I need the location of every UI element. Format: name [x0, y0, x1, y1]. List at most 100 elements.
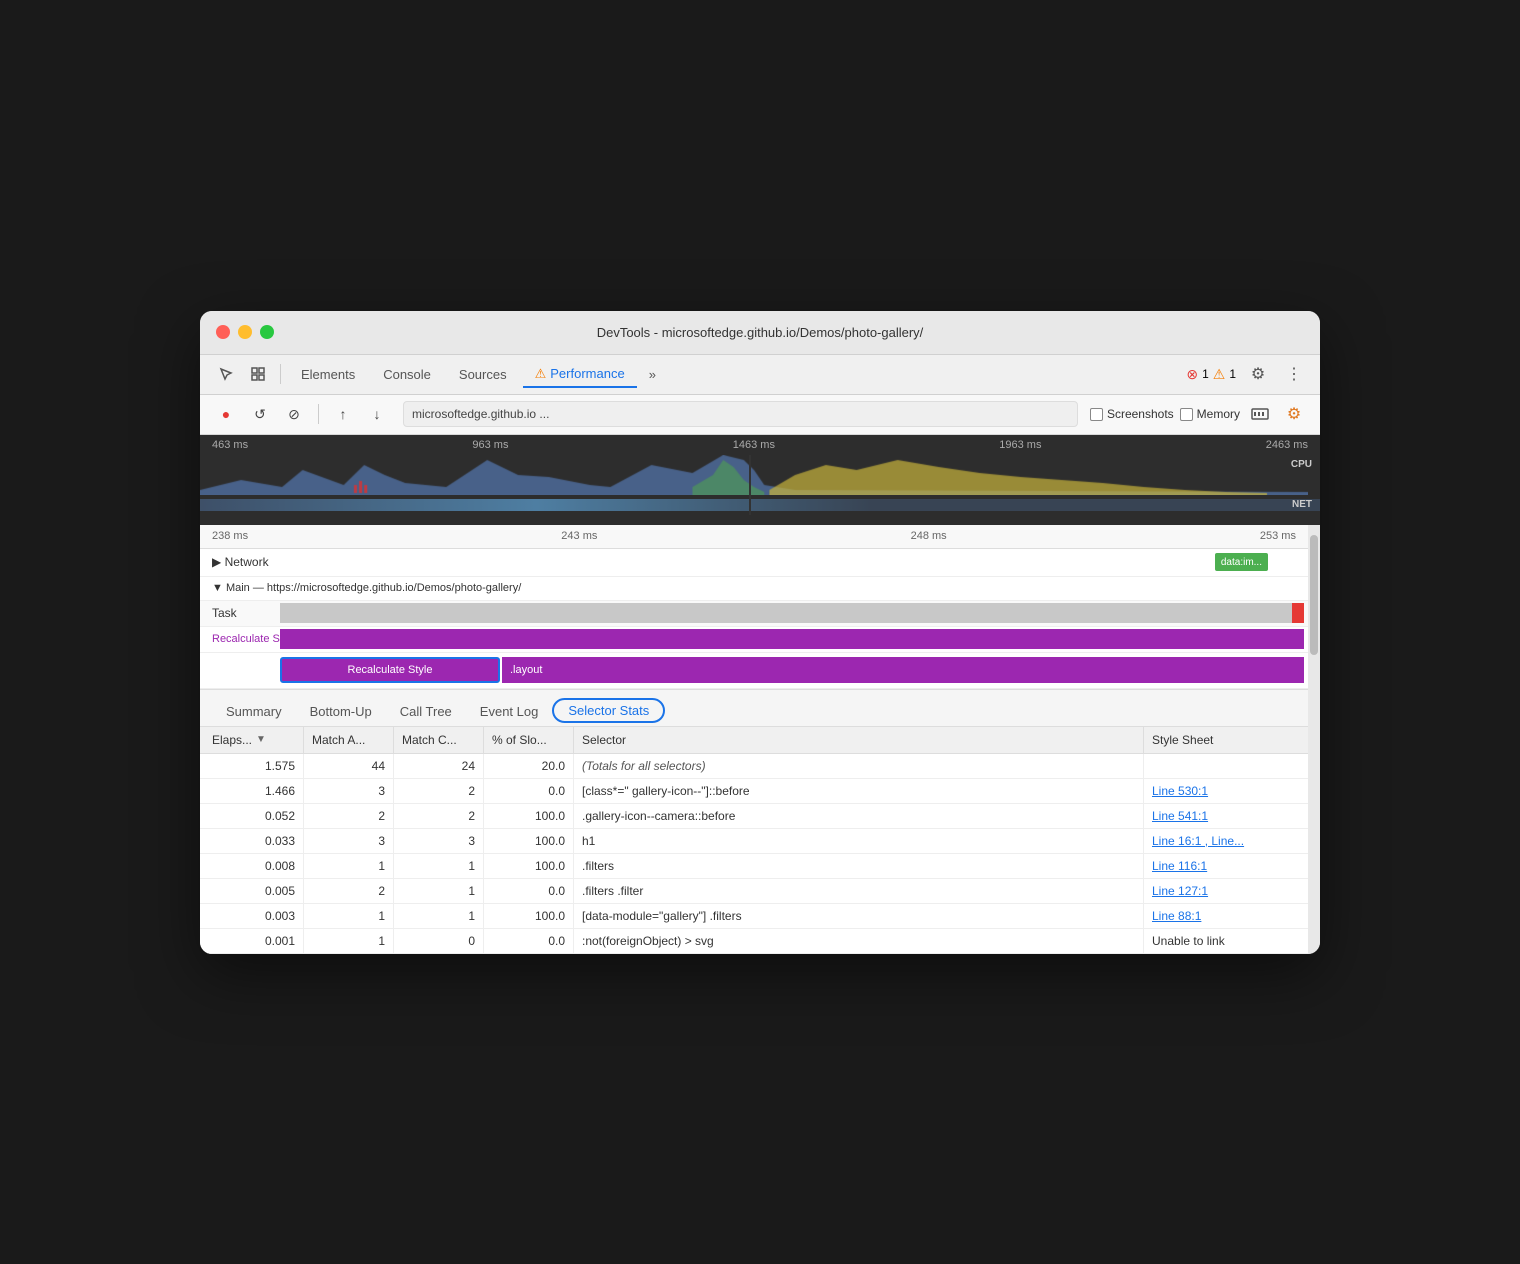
memory-checkbox-label[interactable]: Memory — [1180, 407, 1240, 421]
scrollbar-thumb[interactable] — [1310, 535, 1318, 655]
table-row[interactable]: 0.001 1 0 0.0 :not(foreignObject) > svg … — [200, 929, 1308, 954]
td-elapsed-6: 0.003 — [204, 904, 304, 928]
timeline-cursor[interactable] — [749, 455, 751, 515]
tab-console[interactable]: Console — [371, 363, 443, 386]
table-row[interactable]: 0.052 2 2 100.0 .gallery-icon--camera::b… — [200, 804, 1308, 829]
td-stylesheet-6[interactable]: Line 88:1 — [1144, 904, 1304, 928]
th-stylesheet[interactable]: Style Sheet — [1144, 727, 1304, 753]
task-track-row[interactable]: Task — [200, 601, 1308, 627]
screenshots-checkbox-label[interactable]: Screenshots — [1090, 407, 1174, 421]
table-row[interactable]: 1.466 3 2 0.0 [class*=" gallery-icon--"]… — [200, 779, 1308, 804]
window-title: DevTools - microsoftedge.github.io/Demos… — [597, 325, 924, 340]
tab-call-tree[interactable]: Call Tree — [386, 698, 466, 727]
tab-selector-stats[interactable]: Selector Stats — [552, 698, 665, 723]
task-bar — [280, 603, 1304, 623]
sort-arrow-icon: ▼ — [256, 734, 266, 745]
td-stylesheet-3[interactable]: Line 16:1 , Line... — [1144, 829, 1304, 853]
tab-elements[interactable]: Elements — [289, 363, 367, 386]
td-match-a-4: 1 — [304, 854, 394, 878]
memory-icon-button[interactable] — [1246, 400, 1274, 428]
td-pct-1: 0.0 — [484, 779, 574, 803]
td-match-c-0: 24 — [394, 754, 484, 778]
reload-button[interactable]: ↺ — [246, 400, 274, 428]
flame-layout-item[interactable]: .layout — [502, 657, 1304, 683]
tab-bottom-up[interactable]: Bottom-Up — [296, 698, 386, 727]
error-count: 1 — [1202, 367, 1209, 381]
td-elapsed-3: 0.033 — [204, 829, 304, 853]
tab-bar: Elements Console Sources ⚠ Performance »… — [200, 355, 1320, 395]
recalcstyle-track-row[interactable]: Recalculate Style — [200, 627, 1308, 653]
td-elapsed-4: 0.008 — [204, 854, 304, 878]
main-track-label: ▼ Main — https://microsoftedge.github.io… — [200, 582, 521, 594]
timeline-mark-1: 463 ms — [212, 439, 248, 451]
performance-settings-icon[interactable]: ⚙ — [1280, 400, 1308, 428]
cpu-track-label: CPU — [1291, 459, 1312, 470]
td-match-c-6: 1 — [394, 904, 484, 928]
table-header: Elaps... ▼ Match A... Match C... % of Sl… — [200, 727, 1308, 754]
tab-summary[interactable]: Summary — [212, 698, 296, 727]
bottom-tabs: Summary Bottom-Up Call Tree Event Log Se… — [200, 689, 1308, 727]
download-button[interactable]: ↓ — [363, 400, 391, 428]
warning-count: 1 — [1229, 367, 1236, 381]
devtools-window: DevTools - microsoftedge.github.io/Demos… — [200, 311, 1320, 954]
tab-more-button[interactable]: » — [641, 363, 664, 386]
timeline-overview[interactable]: 463 ms 963 ms 1463 ms 1963 ms 2463 ms CP… — [200, 435, 1320, 525]
screenshots-checkbox[interactable] — [1090, 408, 1103, 421]
record-button[interactable]: ● — [212, 400, 240, 428]
inspect-icon[interactable] — [244, 360, 272, 388]
td-pct-4: 100.0 — [484, 854, 574, 878]
td-stylesheet-7: Unable to link — [1144, 929, 1304, 953]
th-match-a-label: Match A... — [312, 733, 365, 747]
td-selector-2: .gallery-icon--camera::before — [574, 804, 1144, 828]
memory-checkbox[interactable] — [1180, 408, 1193, 421]
th-match-a[interactable]: Match A... — [304, 727, 394, 753]
table-row[interactable]: 0.008 1 1 100.0 .filters Line 116:1 — [200, 854, 1308, 879]
more-options-icon[interactable]: ⋮ — [1280, 360, 1308, 388]
th-selector[interactable]: Selector — [574, 727, 1144, 753]
flame-recalc-item[interactable]: Recalculate Style — [280, 657, 500, 683]
td-stylesheet-2[interactable]: Line 541:1 — [1144, 804, 1304, 828]
flame-row[interactable]: Recalculate Style .layout — [200, 653, 1308, 689]
time-mark-2: 243 ms — [561, 530, 597, 542]
th-pct[interactable]: % of Slo... — [484, 727, 574, 753]
td-stylesheet-4[interactable]: Line 116:1 — [1144, 854, 1304, 878]
maximize-button[interactable] — [260, 325, 274, 339]
tracks-container: ▶ Network data:im... ▼ Main — https://mi… — [200, 549, 1308, 689]
tab-sources[interactable]: Sources — [447, 363, 519, 386]
table-row[interactable]: 0.005 2 1 0.0 .filters .filter Line 127:… — [200, 879, 1308, 904]
timeline-mark-2: 963 ms — [472, 439, 508, 451]
th-match-c-label: Match C... — [402, 733, 457, 747]
network-bar-item[interactable]: data:im... — [1215, 553, 1268, 571]
cancel-button[interactable]: ⊘ — [280, 400, 308, 428]
network-track-row[interactable]: ▶ Network data:im... — [200, 549, 1308, 577]
td-stylesheet-5[interactable]: Line 127:1 — [1144, 879, 1304, 903]
td-selector-0: (Totals for all selectors) — [574, 754, 1144, 778]
tab-performance[interactable]: ⚠ Performance — [523, 362, 637, 388]
td-pct-7: 0.0 — [484, 929, 574, 953]
table-row[interactable]: 0.033 3 3 100.0 h1 Line 16:1 , Line... — [200, 829, 1308, 854]
td-stylesheet-1[interactable]: Line 530:1 — [1144, 779, 1304, 803]
settings-gear-icon[interactable]: ⚙ — [1244, 360, 1272, 388]
tab-divider-1 — [280, 364, 281, 384]
cursor-icon[interactable] — [212, 360, 240, 388]
close-button[interactable] — [216, 325, 230, 339]
th-pct-label: % of Slo... — [492, 733, 547, 747]
td-pct-6: 100.0 — [484, 904, 574, 928]
td-match-c-2: 2 — [394, 804, 484, 828]
th-elapsed[interactable]: Elaps... ▼ — [204, 727, 304, 753]
th-match-c[interactable]: Match C... — [394, 727, 484, 753]
tab-event-log[interactable]: Event Log — [466, 698, 553, 727]
timeline-mark-3: 1463 ms — [733, 439, 775, 451]
time-mark-3: 248 ms — [911, 530, 947, 542]
time-mark-4: 253 ms — [1260, 530, 1296, 542]
main-track-row[interactable]: ▼ Main — https://microsoftedge.github.io… — [200, 577, 1308, 601]
td-match-c-5: 1 — [394, 879, 484, 903]
table-row[interactable]: 0.003 1 1 100.0 [data-module="gallery"] … — [200, 904, 1308, 929]
td-match-a-5: 2 — [304, 879, 394, 903]
selector-stats-table: Elaps... ▼ Match A... Match C... % of Sl… — [200, 727, 1308, 954]
td-pct-2: 100.0 — [484, 804, 574, 828]
vertical-scrollbar[interactable] — [1308, 525, 1320, 954]
upload-button[interactable]: ↑ — [329, 400, 357, 428]
table-row[interactable]: 1.575 44 24 20.0 (Totals for all selecto… — [200, 754, 1308, 779]
minimize-button[interactable] — [238, 325, 252, 339]
